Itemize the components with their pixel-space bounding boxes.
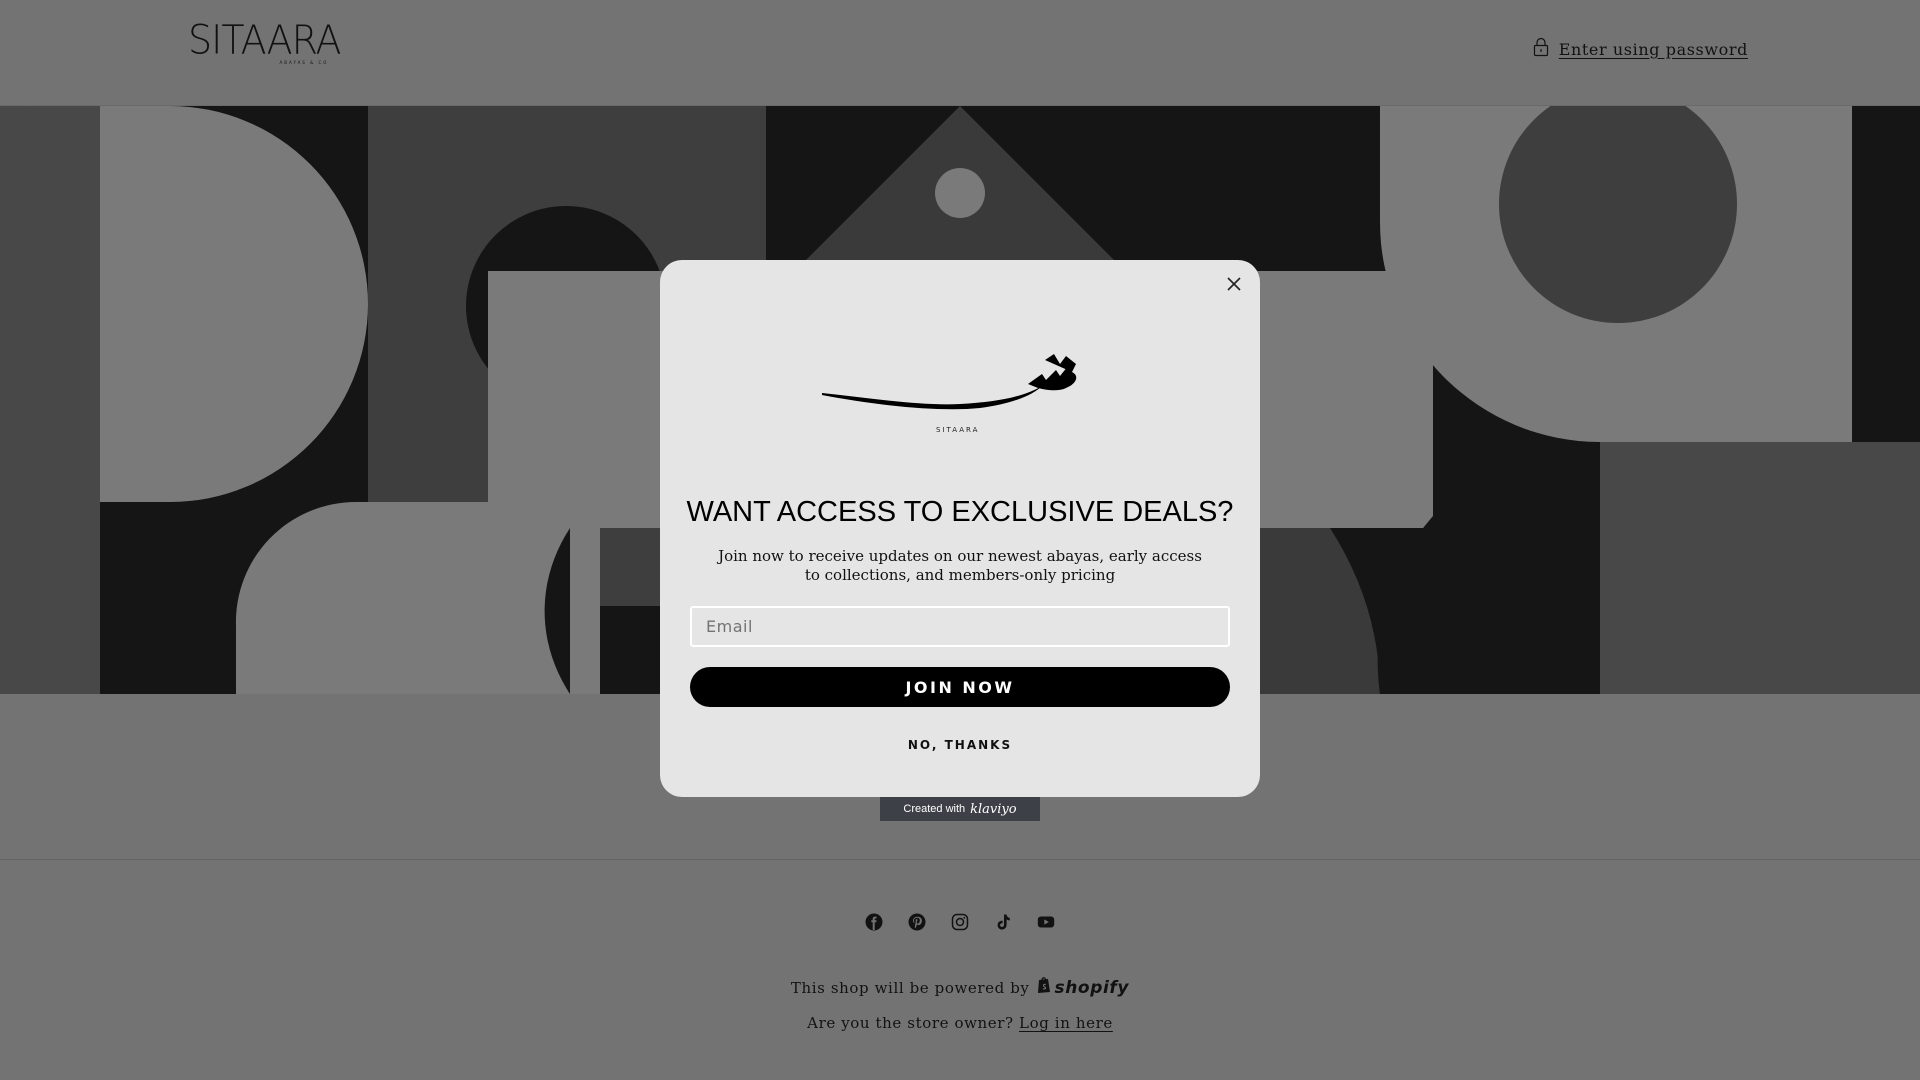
brand-calligraphy-logo: SITAARA <box>810 338 1110 438</box>
brand-mark-text: SITAARA <box>936 426 980 434</box>
klaviyo-badge[interactable]: Created with klaviyo <box>880 797 1040 821</box>
join-now-button[interactable]: JOIN NOW <box>690 667 1230 707</box>
email-field[interactable] <box>690 606 1230 647</box>
powered-by: This shop will be powered by shopify <box>0 976 1920 999</box>
lock-icon <box>1533 37 1549 61</box>
site-header: SITAARA ABAYAS & CO Enter using password <box>0 0 1920 106</box>
shopify-wordmark: shopify <box>1054 977 1130 998</box>
logo-text: SITAARA <box>188 16 342 64</box>
popup-subtext: Join now to receive updates on our newes… <box>718 547 1202 584</box>
login-link[interactable]: Log in here <box>1019 1014 1113 1032</box>
footer-divider <box>0 859 1920 860</box>
social-links <box>0 912 1920 932</box>
shopify-logo[interactable]: shopify <box>1036 976 1130 999</box>
enter-password-link[interactable]: Enter using password <box>1533 37 1748 61</box>
youtube-icon[interactable] <box>1036 912 1056 932</box>
powered-by-text: This shop will be powered by <box>790 978 1030 997</box>
instagram-icon[interactable] <box>950 912 970 932</box>
klaviyo-wordmark: klaviyo <box>970 801 1017 817</box>
calligraphy-mark <box>822 354 1077 410</box>
close-icon[interactable] <box>1220 270 1248 298</box>
signup-popup: SITAARA WANT ACCESS TO EXCLUSIVE DEALS? … <box>660 260 1260 797</box>
no-thanks-button[interactable]: NO, THANKS <box>860 738 1060 752</box>
owner-question: Are you the store owner? <box>807 1014 1014 1032</box>
shopify-bag-icon <box>1036 976 1052 999</box>
store-owner-line: Are you the store owner? Log in here <box>0 1014 1920 1032</box>
klaviyo-prefix: Created with <box>903 803 966 815</box>
tiktok-icon[interactable] <box>993 912 1013 932</box>
enter-password-label: Enter using password <box>1558 39 1748 59</box>
pinterest-icon[interactable] <box>907 912 927 932</box>
facebook-icon[interactable] <box>864 912 884 932</box>
popup-heading: WANT ACCESS TO EXCLUSIVE DEALS? <box>686 496 1234 528</box>
store-logo[interactable]: SITAARA ABAYAS & CO <box>188 16 342 70</box>
